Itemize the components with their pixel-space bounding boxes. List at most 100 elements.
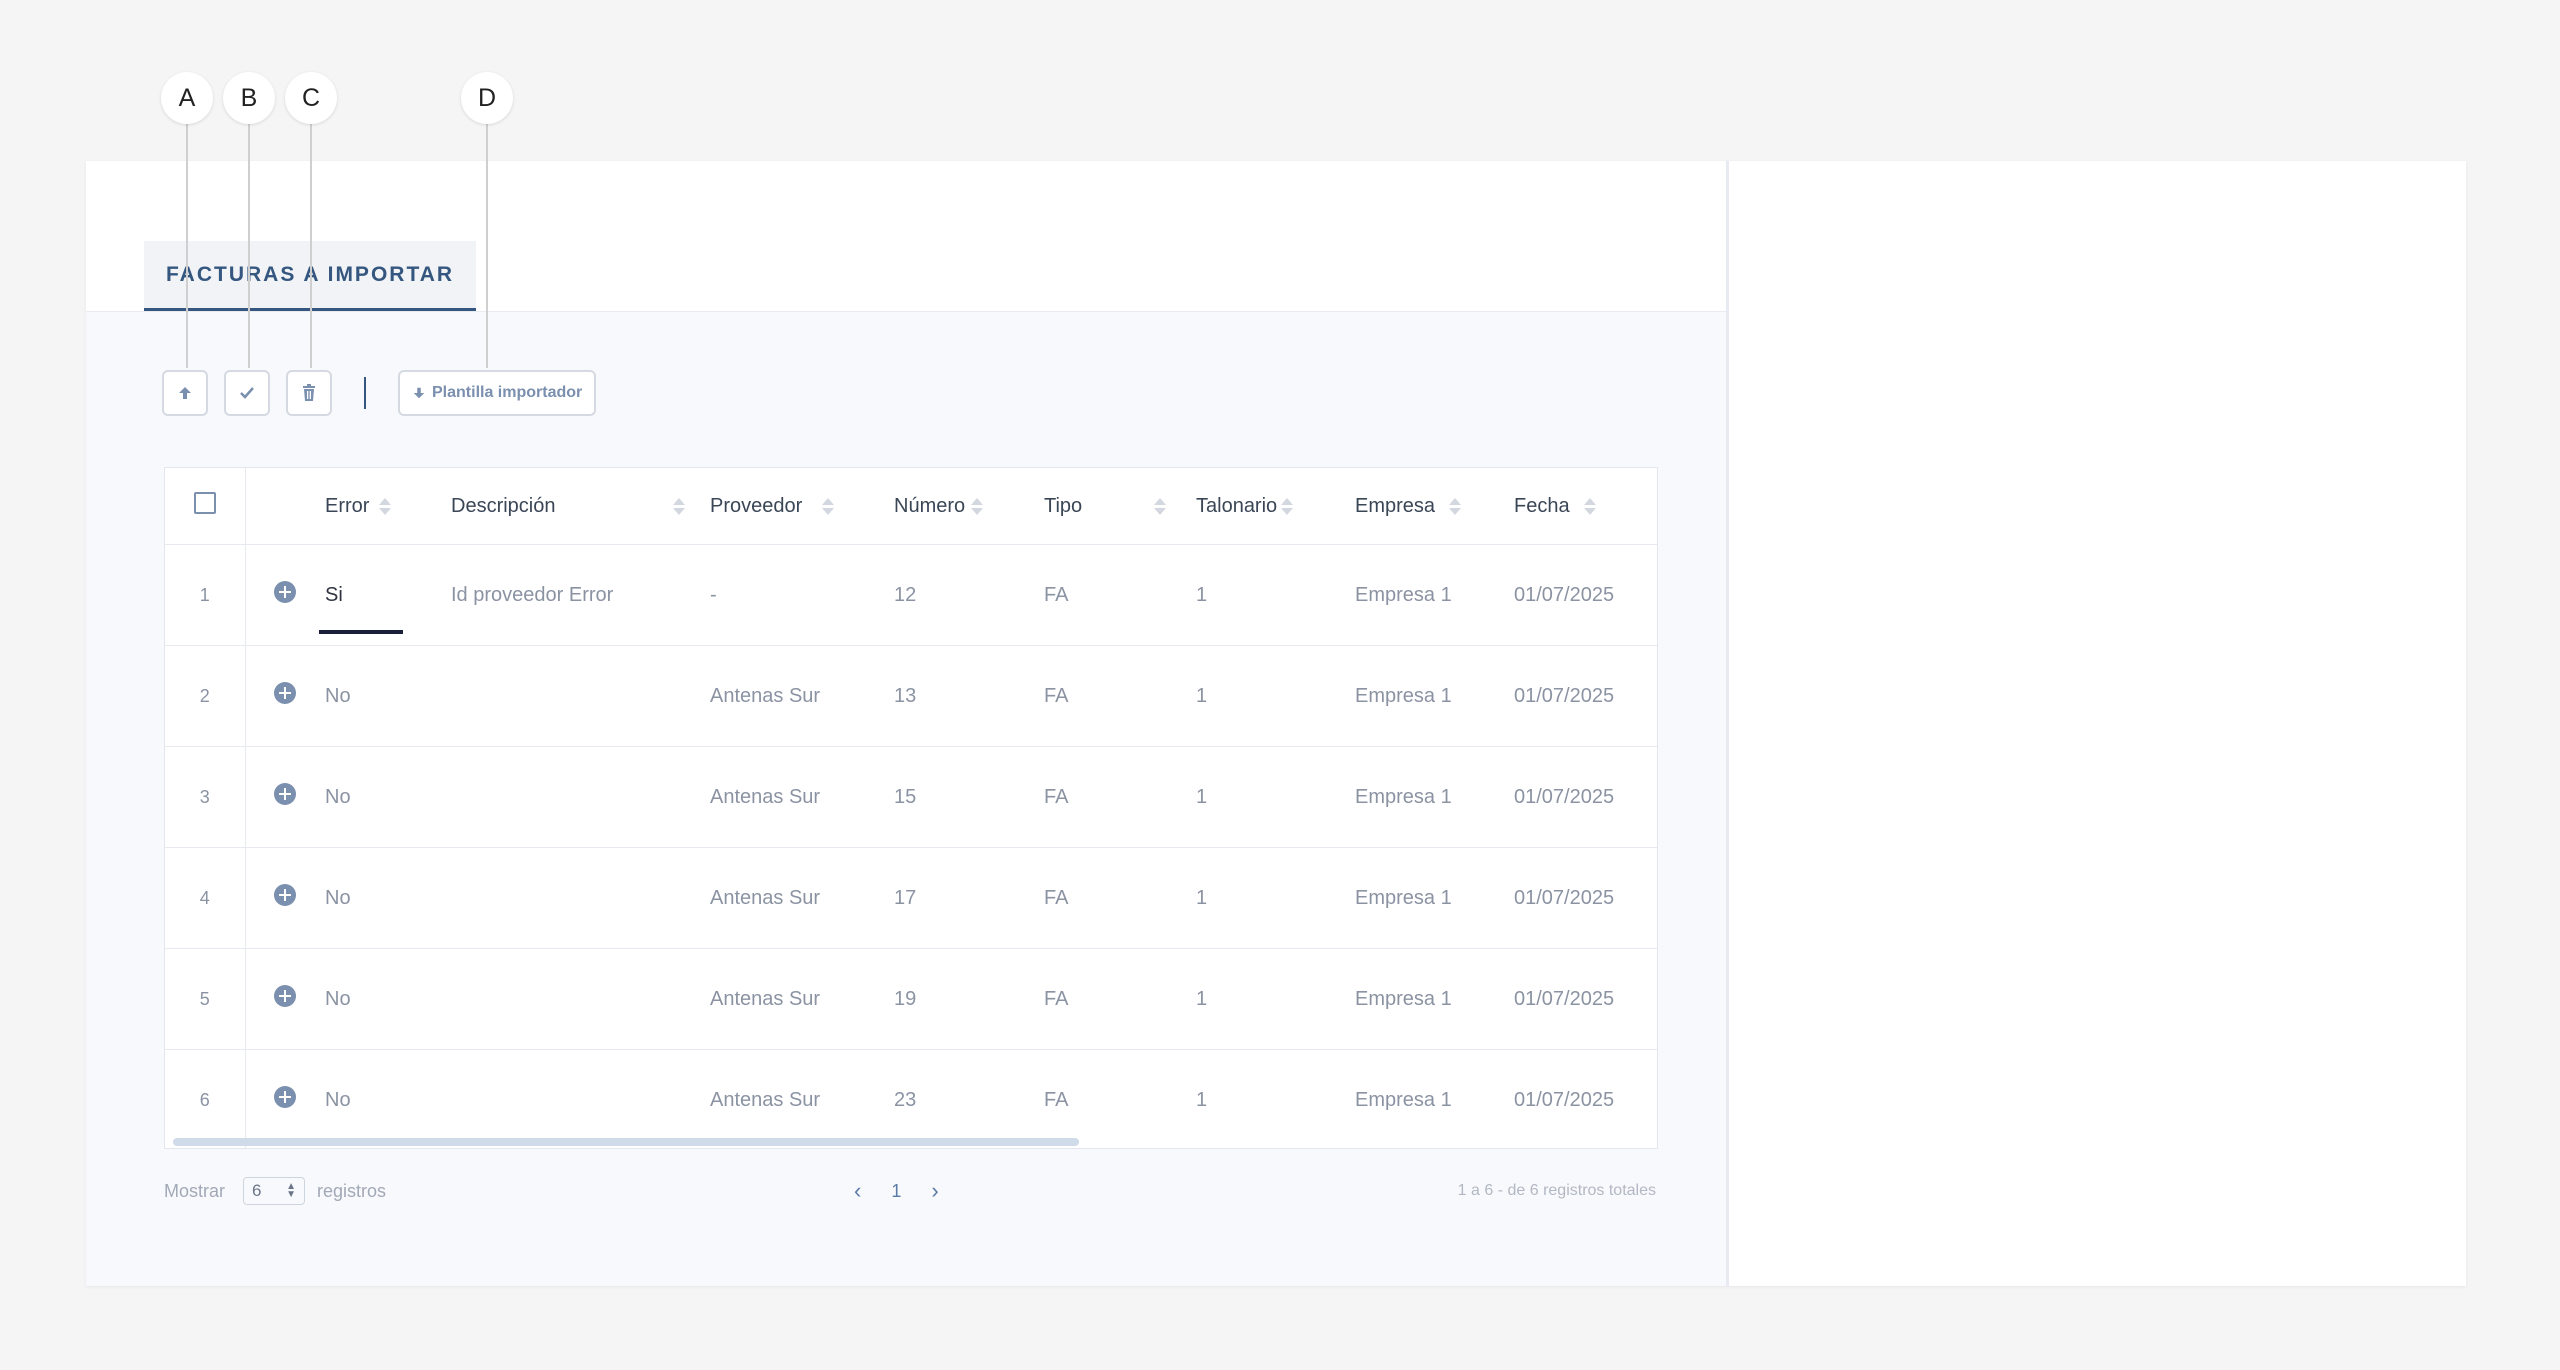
page-number[interactable]: 1 xyxy=(891,1181,901,1202)
error-text: Si xyxy=(325,583,343,606)
table-row[interactable]: 2 No Antenas Sur 13 FA 1 Empresa 1 01/07… xyxy=(165,645,1657,747)
sort-icon[interactable] xyxy=(379,497,392,515)
talonario-cell: 1 xyxy=(1196,544,1355,646)
tipo-cell: FA xyxy=(1044,847,1196,949)
sort-icon[interactable] xyxy=(1154,497,1167,515)
toolbar: Plantilla importador xyxy=(162,368,597,418)
records-label: registros xyxy=(317,1180,387,1201)
talonario-cell: 1 xyxy=(1196,847,1355,949)
column-proveedor[interactable]: Proveedor xyxy=(710,468,894,545)
plus-circle-icon[interactable] xyxy=(274,581,297,603)
table-row[interactable]: 1 Si Id proveedor Error - 12 FA 1 Empres… xyxy=(165,544,1657,646)
sort-icon[interactable] xyxy=(822,497,835,515)
callout-d-label: D xyxy=(477,83,497,112)
page-size-value: 6 xyxy=(252,1181,262,1200)
numero-cell: 17 xyxy=(894,847,1044,949)
validate-button[interactable] xyxy=(224,370,270,416)
column-error[interactable]: Error xyxy=(325,468,451,545)
empresa-cell: Empresa 1 xyxy=(1355,948,1514,1050)
fecha-cell: 01/07/2025 xyxy=(1514,948,1657,1050)
tipo-cell: FA xyxy=(1044,645,1196,747)
show-label: Mostrar xyxy=(164,1180,226,1201)
column-fecha-label: Fecha xyxy=(1514,494,1570,517)
callout-a: A xyxy=(161,72,213,124)
column-talonario[interactable]: Talonario xyxy=(1196,468,1355,545)
error-underline xyxy=(319,629,403,634)
callout-c-line xyxy=(310,124,312,368)
empresa-cell: Empresa 1 xyxy=(1355,746,1514,848)
sort-icon[interactable] xyxy=(673,497,686,515)
plus-circle-icon[interactable] xyxy=(274,783,297,805)
row-index: 6 xyxy=(165,1049,246,1148)
table-footer: Mostrar 6 ▲ ▼ registros ‹ 1 › 1 a 6 - de … xyxy=(164,1171,1656,1211)
proveedor-cell: Antenas Sur xyxy=(710,948,894,1050)
plus-circle-icon[interactable] xyxy=(274,884,297,906)
column-fecha[interactable]: Fecha xyxy=(1514,468,1657,545)
column-tipo-label: Tipo xyxy=(1044,494,1083,517)
descripcion-cell xyxy=(451,948,710,1050)
callout-a-label: A xyxy=(178,83,196,112)
table-header-row: Error Descripción Proveedor Número Tipo … xyxy=(165,468,1657,545)
talonario-cell: 1 xyxy=(1196,1049,1355,1148)
page-size-control: Mostrar 6 ▲ ▼ registros xyxy=(164,1171,386,1211)
error-cell: No xyxy=(325,847,451,949)
plus-circle-icon[interactable] xyxy=(274,1086,297,1108)
main-card: FACTURAS A IMPORTAR Plantilla importador xyxy=(86,161,2466,1286)
column-numero-label: Número xyxy=(894,494,966,517)
descripcion-cell xyxy=(451,847,710,949)
callout-b-label: B xyxy=(240,83,258,112)
horizontal-scrollbar[interactable] xyxy=(173,1138,1079,1146)
talonario-cell: 1 xyxy=(1196,746,1355,848)
column-descripcion-label: Descripción xyxy=(451,494,556,517)
table-row[interactable]: 6 No Antenas Sur 23 FA 1 Empresa 1 01/07… xyxy=(165,1049,1657,1148)
sort-icon[interactable] xyxy=(971,497,984,515)
numero-cell: 13 xyxy=(894,645,1044,747)
column-error-label: Error xyxy=(325,494,370,517)
template-button-label: Plantilla importador xyxy=(432,384,583,401)
descripcion-cell xyxy=(451,645,710,747)
error-value: Si xyxy=(319,583,403,634)
column-descripcion[interactable]: Descripción xyxy=(451,468,710,545)
callout-c-label: C xyxy=(301,83,321,112)
callout-c: C xyxy=(285,72,337,124)
import-pane: FACTURAS A IMPORTAR Plantilla importador xyxy=(86,161,1729,1286)
plus-circle-icon[interactable] xyxy=(274,985,297,1007)
talonario-cell: 1 xyxy=(1196,645,1355,747)
fecha-cell: 01/07/2025 xyxy=(1514,645,1657,747)
row-index: 1 xyxy=(165,544,246,646)
numero-cell: 19 xyxy=(894,948,1044,1050)
table-row[interactable]: 4 No Antenas Sur 17 FA 1 Empresa 1 01/07… xyxy=(165,847,1657,949)
page-size-select[interactable]: 6 ▲ ▼ xyxy=(243,1177,306,1205)
delete-button[interactable] xyxy=(286,370,332,416)
column-tipo[interactable]: Tipo xyxy=(1044,468,1196,545)
tipo-cell: FA xyxy=(1044,746,1196,848)
column-numero[interactable]: Número xyxy=(894,468,1044,545)
upload-button[interactable] xyxy=(162,370,208,416)
descripcion-cell xyxy=(451,1049,710,1148)
fecha-cell: 01/07/2025 xyxy=(1514,1049,1657,1148)
sort-icon[interactable] xyxy=(1449,497,1462,515)
column-empresa[interactable]: Empresa xyxy=(1355,468,1514,545)
table-row[interactable]: 5 No Antenas Sur 19 FA 1 Empresa 1 01/07… xyxy=(165,948,1657,1050)
empresa-cell: Empresa 1 xyxy=(1355,1049,1514,1148)
chevron-right-icon[interactable]: › xyxy=(931,1178,938,1204)
sort-icon[interactable] xyxy=(1583,497,1596,515)
error-cell: No xyxy=(325,948,451,1050)
select-all-checkbox[interactable] xyxy=(193,492,216,514)
chevron-left-icon[interactable]: ‹ xyxy=(854,1178,861,1204)
plus-circle-icon[interactable] xyxy=(274,682,297,704)
template-download-button[interactable]: Plantilla importador xyxy=(398,370,597,416)
numero-cell: 12 xyxy=(894,544,1044,646)
callout-a-line xyxy=(186,124,188,368)
sort-icon[interactable] xyxy=(1281,497,1294,515)
fecha-cell: 01/07/2025 xyxy=(1514,746,1657,848)
talonario-cell: 1 xyxy=(1196,948,1355,1050)
row-index: 4 xyxy=(165,847,246,949)
arrow-up-icon xyxy=(179,387,191,399)
invoices-table: Error Descripción Proveedor Número Tipo … xyxy=(164,467,1658,1149)
toolbar-divider xyxy=(364,377,366,409)
table-row[interactable]: 3 No Antenas Sur 15 FA 1 Empresa 1 01/07… xyxy=(165,746,1657,848)
tipo-cell: FA xyxy=(1044,544,1196,646)
callout-b: B xyxy=(223,72,275,124)
records-summary: 1 a 6 - de 6 registros totales xyxy=(1457,1182,1656,1199)
